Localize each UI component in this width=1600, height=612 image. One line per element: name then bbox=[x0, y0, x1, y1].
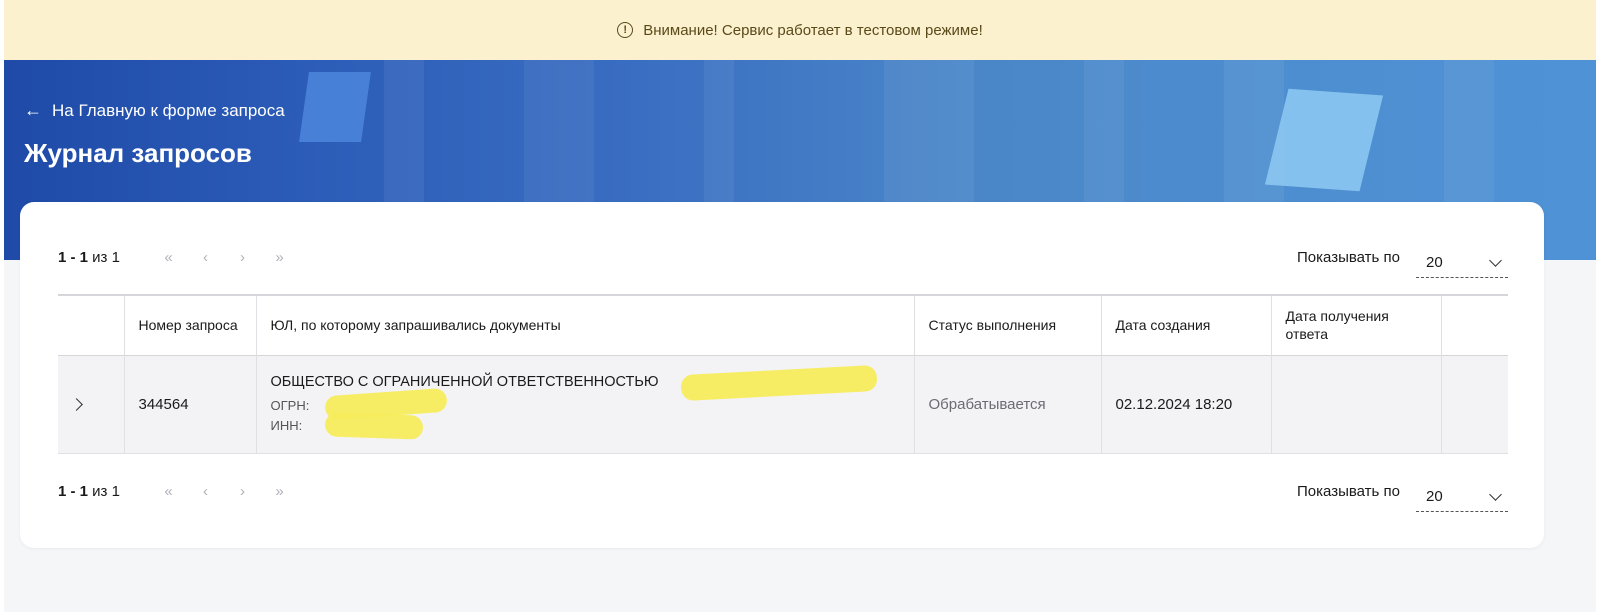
page-size-label: Показывать по bbox=[1297, 482, 1400, 500]
exclamation-circle-icon: ! bbox=[617, 22, 634, 38]
page-size-value: 20 bbox=[1426, 488, 1443, 505]
app-frame: ! Внимание! Сервис работает в тестовом р… bbox=[4, 0, 1596, 612]
next-page-button[interactable]: › bbox=[224, 249, 261, 266]
column-header-org: ЮЛ, по которому запрашивались документы bbox=[255, 295, 914, 355]
page-size-select[interactable]: 20 bbox=[1416, 482, 1508, 512]
banner-text: Внимание! Сервис работает в тестовом реж… bbox=[643, 21, 983, 39]
redaction-mark bbox=[324, 411, 423, 440]
page-title: Журнал запросов bbox=[24, 138, 252, 168]
chevron-down-icon bbox=[1489, 254, 1502, 267]
arrow-left-icon: ← bbox=[24, 100, 42, 120]
pagination-range: 1 - 1 из 1 bbox=[58, 482, 120, 500]
decorative-panel bbox=[299, 72, 371, 142]
next-page-button[interactable]: › bbox=[224, 483, 261, 500]
column-header-status: Статус выполнения bbox=[913, 295, 1101, 355]
first-page-button[interactable]: « bbox=[150, 249, 187, 266]
status-cell: Обрабатывается bbox=[913, 355, 1101, 453]
back-link-label: На Главную к форме запроса bbox=[52, 100, 285, 120]
table-row[interactable]: 344564 ОБЩЕСТВО С ОГРАНИЧЕННОЙ ОТВЕТСТВЕ… bbox=[58, 355, 1508, 453]
pagination-top: 1 - 1 из 1 « ‹ › » Показывать по 20 bbox=[58, 242, 1508, 278]
last-page-button[interactable]: » bbox=[261, 483, 298, 500]
requests-card: 1 - 1 из 1 « ‹ › » Показывать по 20 Номе… bbox=[20, 202, 1544, 548]
chevron-down-icon bbox=[1489, 488, 1502, 501]
received-cell bbox=[1270, 355, 1441, 453]
ogrn-label: ОГРН: bbox=[270, 397, 310, 413]
page-size-control: Показывать по 20 bbox=[1297, 476, 1508, 512]
empty-column-header bbox=[1440, 295, 1508, 355]
requests-table: Номер запроса ЮЛ, по которому запрашивал… bbox=[58, 294, 1508, 454]
page-size-label: Показывать по bbox=[1297, 248, 1400, 266]
pagination-bottom: 1 - 1 из 1 « ‹ › » Показывать по 20 bbox=[58, 476, 1508, 512]
pagination-range: 1 - 1 из 1 bbox=[58, 248, 120, 266]
org-cell: ОБЩЕСТВО С ОГРАНИЧЕННОЙ ОТВЕТСТВЕННОСТЬЮ… bbox=[255, 355, 914, 453]
page-size-value: 20 bbox=[1426, 254, 1443, 271]
page-size-control: Показывать по 20 bbox=[1297, 242, 1508, 278]
expand-row-button[interactable] bbox=[58, 355, 124, 453]
last-page-button[interactable]: » bbox=[261, 249, 298, 266]
expand-column-header bbox=[58, 295, 124, 355]
empty-cell bbox=[1440, 355, 1508, 453]
created-cell: 02.12.2024 18:20 bbox=[1100, 355, 1271, 453]
prev-page-button[interactable]: ‹ bbox=[187, 483, 224, 500]
prev-page-button[interactable]: ‹ bbox=[187, 249, 224, 266]
inn-label: ИНН: bbox=[270, 417, 303, 433]
first-page-button[interactable]: « bbox=[150, 483, 187, 500]
test-mode-banner: ! Внимание! Сервис работает в тестовом р… bbox=[4, 0, 1596, 60]
page-size-select[interactable]: 20 bbox=[1416, 248, 1508, 278]
column-header-received: Дата получения ответа bbox=[1270, 295, 1441, 355]
column-header-number: Номер запроса bbox=[123, 295, 256, 355]
request-number: 344564 bbox=[123, 355, 256, 453]
back-to-home-link[interactable]: ← На Главную к форме запроса bbox=[24, 100, 285, 121]
column-header-created: Дата создания bbox=[1100, 295, 1271, 355]
org-identifiers: ОГРН: ИНН: bbox=[270, 387, 900, 440]
table-header-row: Номер запроса ЮЛ, по которому запрашивал… bbox=[58, 295, 1508, 355]
chevron-right-icon bbox=[70, 397, 83, 411]
org-name: ОБЩЕСТВО С ОГРАНИЧЕННОЙ ОТВЕТСТВЕННОСТЬЮ bbox=[271, 364, 878, 401]
